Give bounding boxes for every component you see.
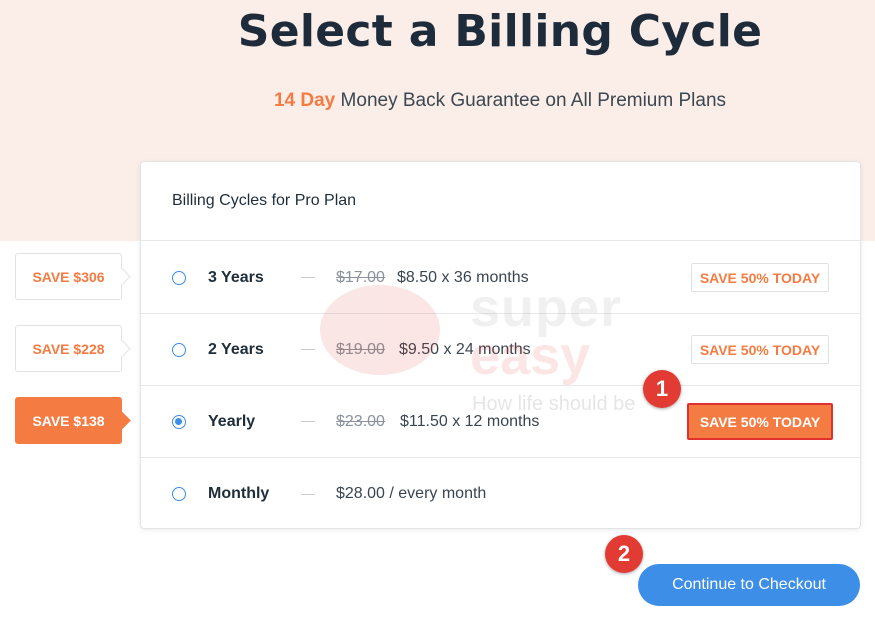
radio-monthly[interactable] [172, 487, 186, 501]
save-tab-yearly: SAVE $138 [15, 397, 122, 444]
cycle-label: 3 Years [208, 268, 264, 286]
save-today-badge: SAVE 50% TODAY [691, 263, 829, 292]
cycle-label: Yearly [208, 412, 256, 430]
old-price: $23.00 [336, 412, 385, 430]
billing-option-monthly[interactable]: Monthly $28.00 / every month [141, 458, 860, 530]
separator-dash [301, 277, 315, 278]
guarantee-subtitle: 14 Day Money Back Guarantee on All Premi… [0, 90, 875, 112]
billing-cycle-card: Billing Cycles for Pro Plan 3 Years $17.… [140, 161, 861, 529]
new-price: $9.50 x 24 months [399, 340, 531, 358]
separator-dash [301, 349, 315, 350]
cycle-label: Monthly [208, 485, 270, 502]
guarantee-days: 14 Day [273, 90, 336, 111]
save-tab-3-years: SAVE $306 [15, 253, 122, 300]
separator-dash [301, 493, 315, 495]
billing-option-3-years[interactable]: 3 Years $17.00 $8.50 x 36 months SAVE 50… [141, 242, 860, 314]
save-today-badge: SAVE 50% TODAY [691, 335, 829, 364]
billing-option-2-years[interactable]: 2 Years $19.00 $9.50 x 24 months SAVE 50… [141, 314, 860, 386]
new-price: $8.50 x 36 months [397, 268, 529, 286]
new-price: $28.00 / every month [336, 485, 487, 502]
step-marker-2: 2 [605, 535, 643, 573]
radio-yearly[interactable] [172, 414, 186, 429]
save-today-badge-highlighted: SAVE 50% TODAY [687, 403, 833, 440]
separator-dash [301, 421, 315, 422]
old-price: $17.00 [336, 268, 385, 286]
new-price: $11.50 x 12 months [400, 412, 540, 430]
billing-option-yearly[interactable]: Yearly $23.00 $11.50 x 12 months SAVE 50… [141, 386, 860, 458]
step-marker-1: 1 [643, 370, 681, 408]
radio-2-years[interactable] [172, 342, 186, 357]
guarantee-text: Money Back Guarantee on All Premium Plan… [335, 90, 727, 111]
page-title: Select a Billing Cycle [237, 6, 763, 57]
radio-3-years[interactable] [172, 270, 186, 285]
save-tab-2-years: SAVE $228 [15, 325, 122, 372]
card-heading: Billing Cycles for Pro Plan [141, 162, 860, 241]
old-price: $19.00 [336, 340, 385, 358]
continue-to-checkout-button[interactable]: Continue to Checkout [638, 564, 860, 606]
cycle-label: 2 Years [208, 340, 264, 358]
